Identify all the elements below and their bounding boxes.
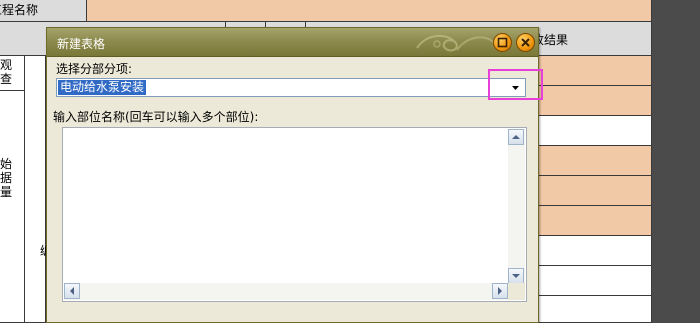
group-label-1a: 观 xyxy=(0,58,13,72)
group-label-1b: 查 xyxy=(0,72,13,86)
vertical-scrollbar[interactable] xyxy=(508,129,525,284)
sheet-margin xyxy=(652,0,700,323)
close-icon xyxy=(521,38,530,47)
arrow-up-icon xyxy=(512,135,520,139)
result-cell[interactable] xyxy=(539,236,652,266)
header-label-cell: 工程名称 xyxy=(0,0,87,22)
ornament-icon xyxy=(416,34,494,52)
close-button[interactable] xyxy=(516,33,535,52)
arrow-right-icon xyxy=(498,287,502,295)
name-label: 输入部位名称(回车可以输入多个部位): xyxy=(53,110,259,124)
result-cell[interactable] xyxy=(539,116,652,146)
dialog-title: 新建表格 xyxy=(57,37,106,51)
result-cell[interactable] xyxy=(539,176,652,206)
result-cell[interactable] xyxy=(539,56,652,86)
scroll-right-button[interactable] xyxy=(492,283,508,299)
scrollbar-corner xyxy=(508,283,525,300)
group-cell-2: 始 据 量 xyxy=(0,91,25,323)
result-cell[interactable] xyxy=(539,266,652,296)
minimize-icon xyxy=(497,37,508,48)
project-name-cell[interactable] xyxy=(87,0,652,22)
select-label: 选择分部分项: xyxy=(56,62,133,76)
group-cell-1: 观 查 xyxy=(0,56,25,91)
subitem-select[interactable]: 电动给水泵安装 xyxy=(56,78,526,97)
select-value: 电动给水泵安装 xyxy=(58,80,147,95)
result-cell[interactable] xyxy=(539,206,652,236)
project-name-label: 工程名称 xyxy=(0,3,39,17)
horizontal-scrollbar[interactable] xyxy=(64,283,508,300)
arrow-down-icon xyxy=(512,274,520,278)
result-cell[interactable] xyxy=(539,146,652,176)
scroll-left-button[interactable] xyxy=(64,283,80,299)
group-label-2b: 据 xyxy=(0,171,13,185)
group-label-2c: 量 xyxy=(0,185,13,199)
scroll-up-button[interactable] xyxy=(508,129,524,145)
location-name-input[interactable] xyxy=(62,127,527,302)
new-table-dialog: 新建表格 选择分部分项: 电动给水泵安装 输入部位名称(回车可以输入多个部位): xyxy=(46,27,543,323)
scroll-down-button[interactable] xyxy=(508,268,524,284)
arrow-left-icon xyxy=(70,287,74,295)
sub-column xyxy=(25,56,46,323)
dialog-titlebar[interactable]: 新建表格 xyxy=(47,28,538,57)
group-label-2a: 始 xyxy=(0,157,13,171)
dropdown-highlight-box xyxy=(488,69,543,100)
minimize-button[interactable] xyxy=(493,33,512,52)
result-cell[interactable] xyxy=(539,296,652,323)
result-cell[interactable] xyxy=(539,86,652,116)
